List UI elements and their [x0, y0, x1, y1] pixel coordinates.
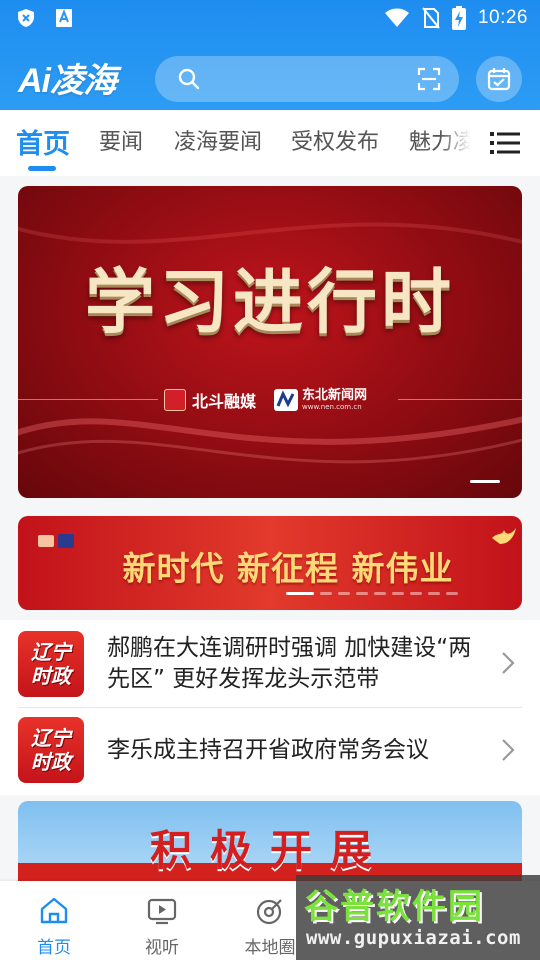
watermark-url: www.gupuxiazai.com [306, 927, 521, 949]
no-sim-icon [422, 7, 440, 29]
news-item[interactable]: 辽宁 时政 李乐成主持召开省政府常务会议 [0, 708, 540, 795]
nen-logo: 东北新闻网 www.nen.com.cn [274, 389, 367, 411]
news-title: 李乐成主持召开省政府常务会议 [107, 737, 429, 763]
news-thumbnail: 辽宁 时政 [18, 717, 84, 783]
search-icon [178, 68, 200, 90]
calendar-check-icon [487, 68, 511, 91]
slogan-text: 新时代 新征程 新伟业 [122, 549, 454, 588]
hero-banner[interactable]: 学习进行时 北斗融媒 东北新闻网 www.nen.com.cn [18, 186, 522, 498]
tv-play-icon [147, 898, 177, 925]
site-watermark: 谷普软件园 www.gupuxiazai.com [296, 875, 540, 960]
nav-home[interactable]: 首页 [0, 881, 108, 960]
chevron-right-icon [502, 739, 515, 761]
tab-active-indicator [28, 166, 56, 171]
category-tabs: 首页 要闻 凌海要闻 受权发布 魅力凌 [0, 110, 540, 176]
feature-card-title: 积极开展 [149, 826, 390, 875]
tab-authorized-release[interactable]: 受权发布 [291, 124, 379, 156]
shield-x-icon [18, 9, 34, 27]
watermark-title: 谷普软件园 [304, 887, 484, 927]
a-box-icon [56, 9, 72, 27]
banner-title: 学习进行时 [85, 260, 455, 343]
battery-charging-icon [451, 6, 466, 30]
news-title: 郝鹏在大连调研时强调 加快建设“两先区” 更好发挥龙头示范带 [107, 635, 472, 692]
slogan-banner[interactable]: 新时代 新征程 新伟业 [18, 516, 522, 610]
local-circle-icon [256, 899, 282, 925]
banner-page-indicator [470, 480, 500, 483]
carousel-dots [286, 592, 458, 595]
news-thumbnail: 辽宁 时政 [18, 631, 84, 697]
home-icon [40, 897, 68, 924]
tab-linghai-news[interactable]: 凌海要闻 [174, 124, 262, 156]
wifi-icon [384, 8, 409, 27]
app-header: 10:26 Ai凌海 [0, 0, 540, 110]
news-item[interactable]: 辽宁 时政 郝鹏在大连调研时强调 加快建设“两先区” 更好发挥龙头示范带 [0, 620, 540, 708]
tab-home[interactable]: 首页 [16, 122, 70, 161]
chevron-right-icon [502, 652, 515, 674]
calendar-button[interactable] [476, 56, 522, 102]
status-bar: 10:26 [0, 0, 540, 36]
news-list: 辽宁 时政 郝鹏在大连调研时强调 加快建设“两先区” 更好发挥龙头示范带 辽宁 … [0, 620, 540, 795]
status-time: 10:26 [477, 7, 528, 28]
search-bar[interactable] [155, 56, 459, 102]
app-logo[interactable]: Ai凌海 [18, 54, 117, 100]
beidou-logo: 北斗融媒 [164, 388, 256, 412]
nav-video[interactable]: 视听 [108, 881, 216, 960]
tab-headlines[interactable]: 要闻 [99, 124, 143, 156]
scan-icon[interactable] [417, 67, 441, 91]
nen-logo-icon [274, 389, 299, 411]
list-menu-icon [490, 132, 520, 154]
tab-menu-button[interactable] [476, 110, 540, 176]
